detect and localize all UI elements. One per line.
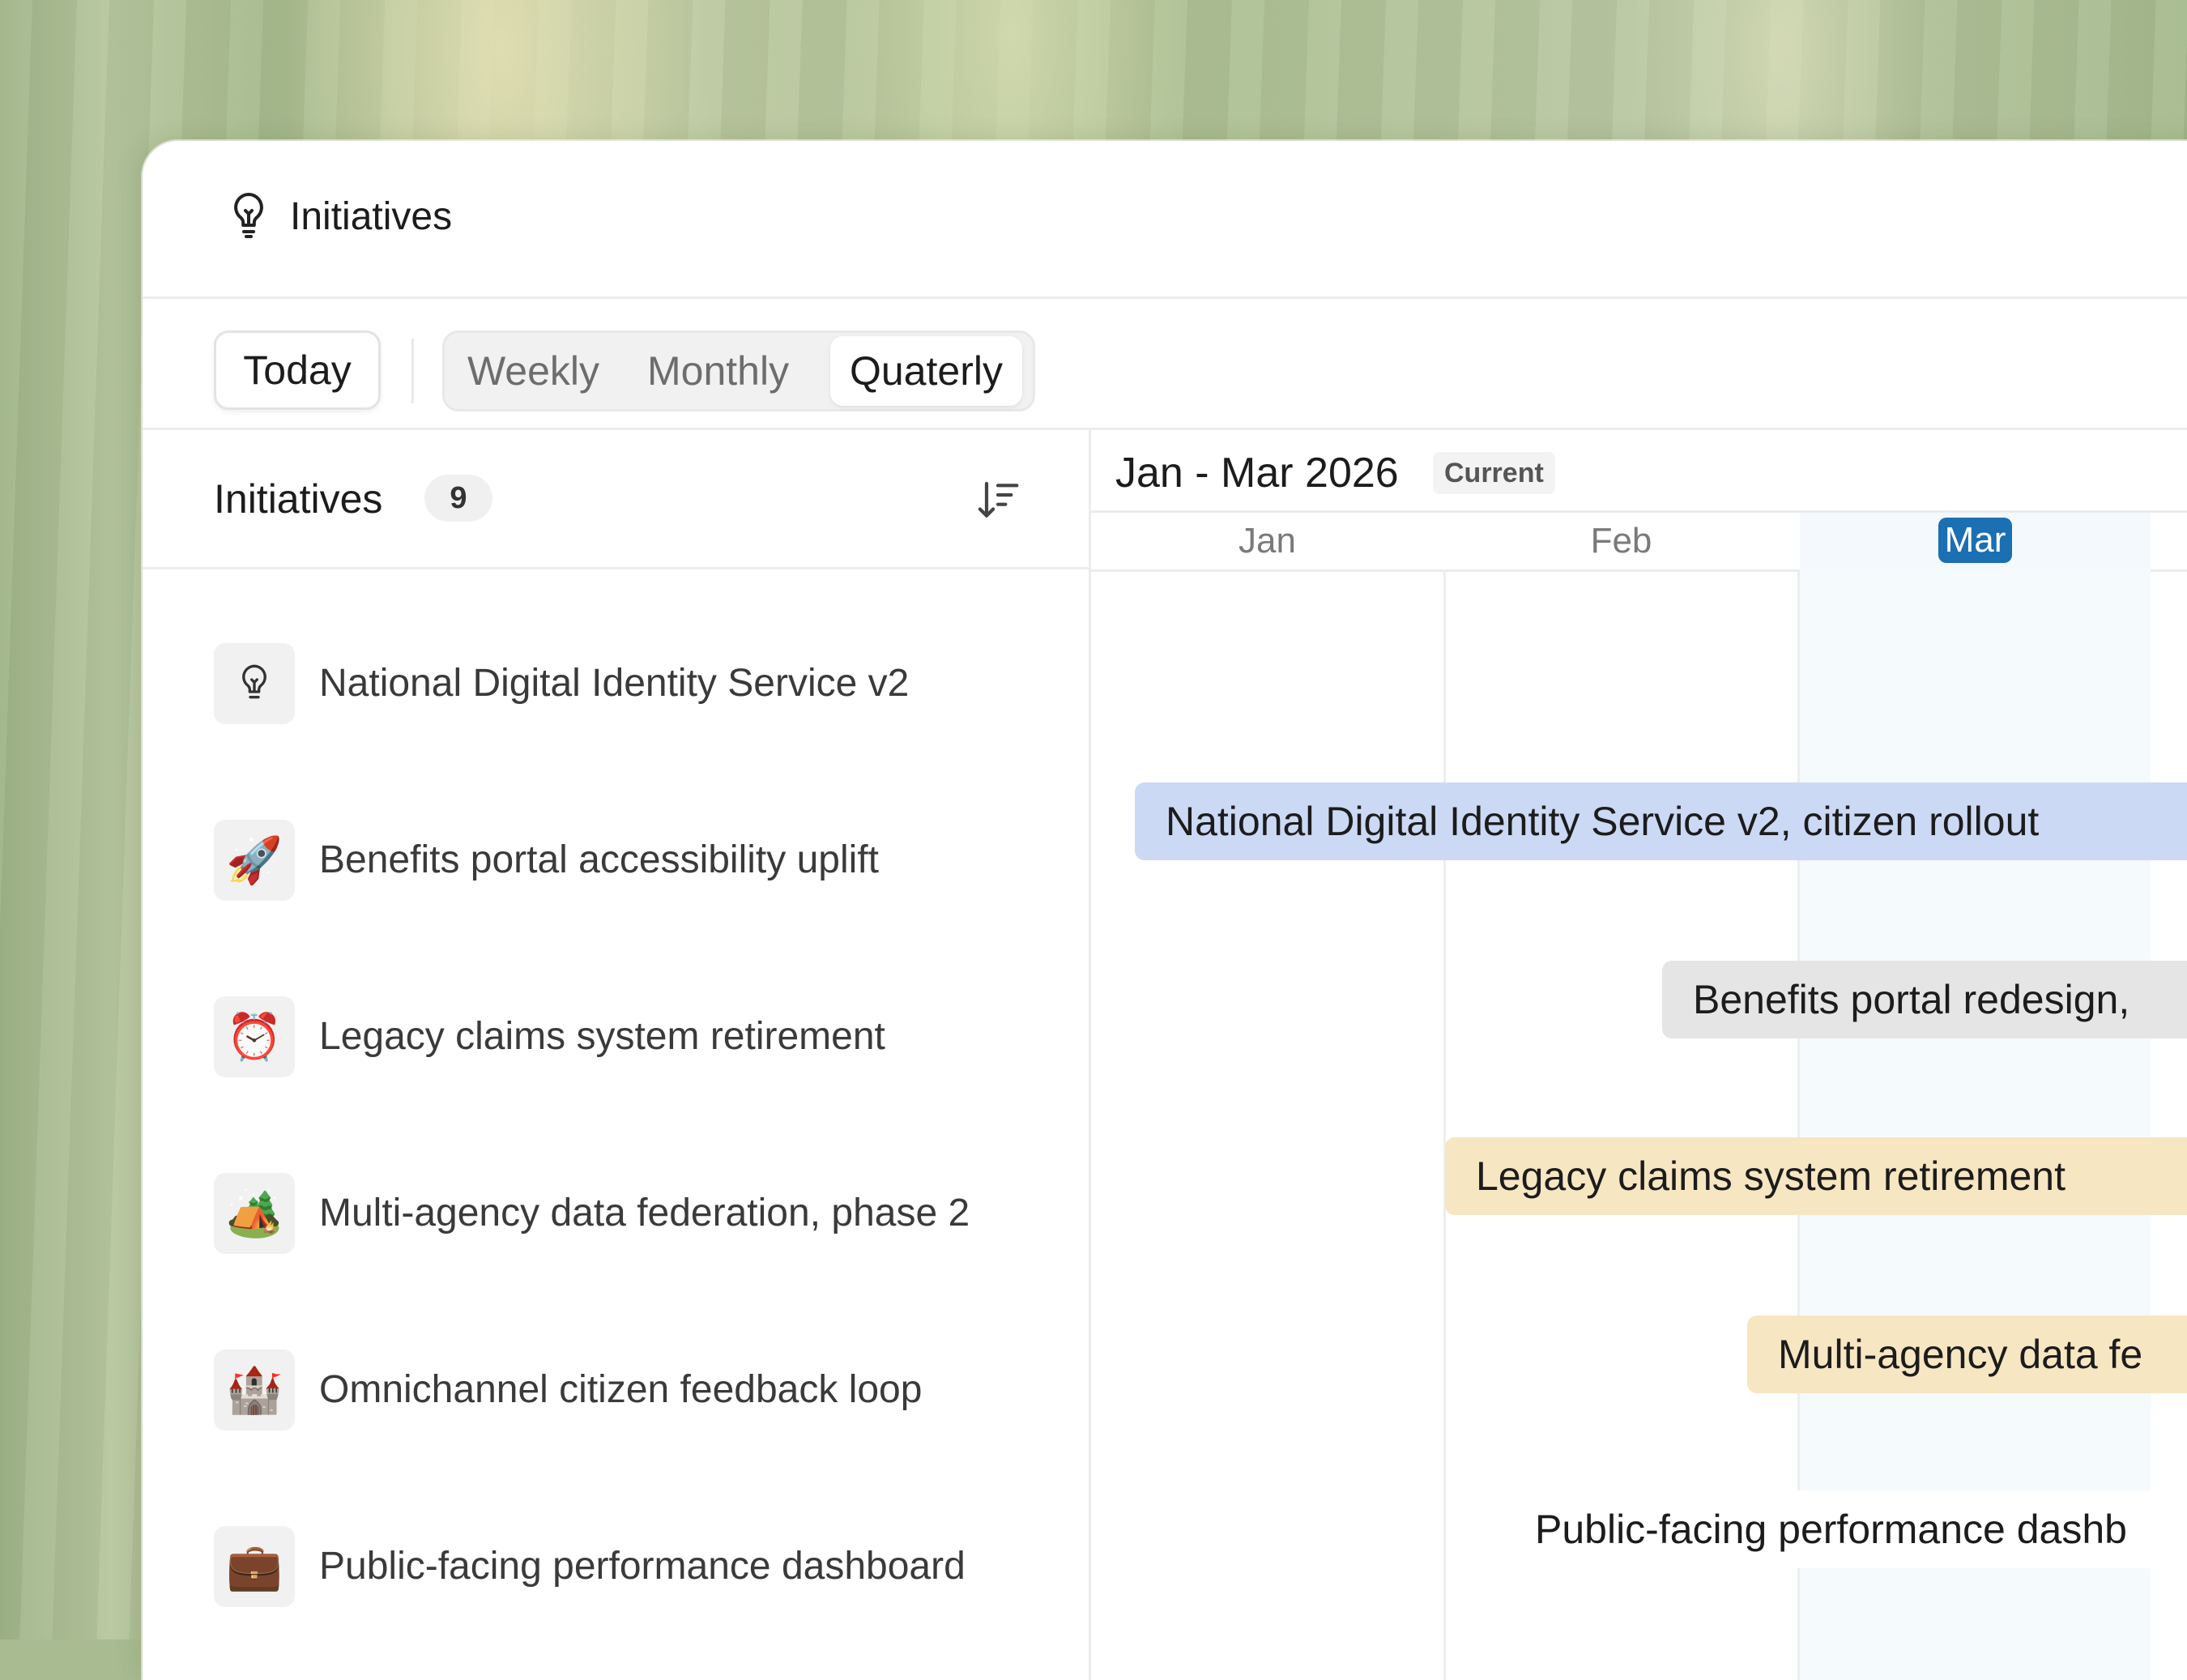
list-item-label: Legacy claims system retirement	[319, 1015, 885, 1058]
title-bar: Initiatives	[143, 141, 2187, 299]
list-item[interactable]: 🚀 Benefits portal accessibility uplift	[143, 820, 1089, 996]
toolbar: Today Weekly Monthly Quaterly	[143, 298, 2187, 430]
month-header-row: Jan Feb Mar	[1091, 513, 2187, 572]
briefcase-icon: 💼	[214, 1526, 295, 1607]
timeline-bar[interactable]: Public-facing performance dashb	[1504, 1490, 2187, 1568]
toolbar-divider	[411, 339, 414, 403]
app-window: Initiatives Today Weekly Monthly Quaterl…	[143, 141, 2187, 1680]
current-tag: Current	[1433, 452, 1555, 494]
initiatives-list-pane: Initiatives 9 National Digital Identity …	[143, 429, 1091, 1680]
quarter-label: Jan - Mar 2026	[1115, 450, 1399, 497]
list-item[interactable]: 🏰 Omnichannel citizen feedback loop	[143, 1350, 1089, 1526]
month-feb: Feb	[1445, 513, 1797, 569]
lightbulb-icon	[214, 643, 295, 724]
month-mar: Mar	[1800, 513, 2151, 569]
timeline-pane: Jan - Mar 2026 Current A Jan Feb Mar Nat…	[1091, 429, 2187, 1680]
list-header: Initiatives 9	[143, 429, 1089, 569]
timeline-bar[interactable]: Benefits portal redesign,	[1662, 961, 2187, 1038]
list-item-label: Multi-agency data federation, phase 2	[319, 1192, 970, 1234]
quarter-header: Jan - Mar 2026 Current A	[1091, 429, 2187, 513]
window-title: Initiatives	[290, 195, 453, 238]
timeline-bar[interactable]: National Digital Identity Service v2, ci…	[1135, 782, 2187, 860]
today-button[interactable]: Today	[214, 330, 381, 410]
list-item[interactable]: National Digital Identity Service v2	[143, 643, 1089, 820]
list-item[interactable]: ⏰ Legacy claims system retirement	[143, 996, 1089, 1173]
view-monthly-tab[interactable]: Monthly	[647, 333, 789, 409]
castle-icon: 🏰	[214, 1350, 295, 1431]
tent-icon: 🏕️	[214, 1173, 295, 1254]
list-item-label: Public-facing performance dashboard	[319, 1545, 966, 1588]
timeline-bar[interactable]: Legacy claims system retirement	[1445, 1137, 2187, 1215]
list-item[interactable]: 💼 Public-facing performance dashboard	[143, 1526, 1089, 1680]
view-switcher: Weekly Monthly Quaterly	[442, 330, 1035, 411]
lightbulb-icon	[234, 193, 263, 238]
month-label: Feb	[1590, 521, 1652, 561]
timeline-bar[interactable]: Multi-agency data fe	[1747, 1315, 2187, 1393]
current-month-pill: Mar	[1938, 518, 2013, 564]
column-divider	[1443, 569, 1446, 1680]
list-title: Initiatives	[214, 476, 383, 522]
view-quarterly-tab[interactable]: Quaterly	[830, 336, 1022, 406]
list-item-label: Benefits portal accessibility uplift	[319, 838, 879, 881]
sort-descending-icon[interactable]	[975, 478, 1021, 523]
list-item-label: National Digital Identity Service v2	[319, 662, 910, 705]
rocket-icon: 🚀	[214, 820, 295, 901]
count-badge: 9	[424, 475, 492, 522]
alarm-clock-icon: ⏰	[214, 996, 295, 1077]
view-weekly-tab[interactable]: Weekly	[467, 333, 599, 409]
list-item-label: Omnichannel citizen feedback loop	[319, 1368, 923, 1411]
list-item[interactable]: 🏕️ Multi-agency data federation, phase 2	[143, 1173, 1089, 1350]
month-jan: Jan	[1238, 521, 1296, 561]
